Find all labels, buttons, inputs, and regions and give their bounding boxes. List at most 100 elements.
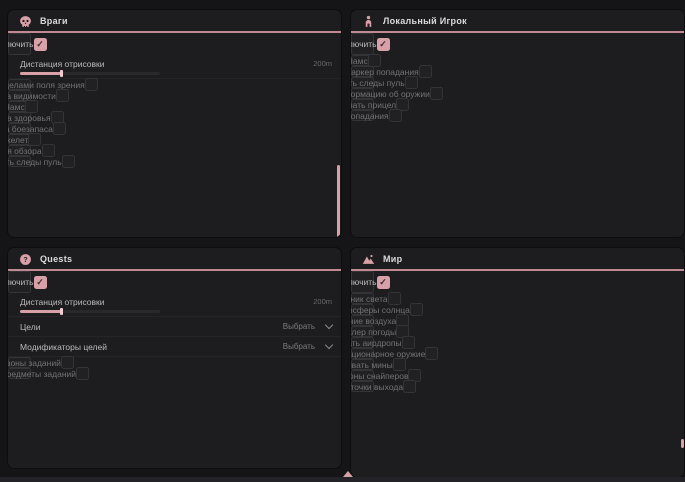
- setting-row: Показывать мины✓: [351, 359, 374, 370]
- setting-row: Изменение воздуха✓: [351, 315, 374, 326]
- setting-row: Показывать прицел✓: [351, 99, 374, 110]
- settings-list: Включить✓Дистанция отрисовки200mСтрелки …: [8, 33, 341, 167]
- checkbox[interactable]: ✓: [53, 122, 66, 135]
- panel-quests: ? Quests Включить✓Дистанция отрисовки200…: [8, 248, 341, 468]
- panel-world: Мир Включить✓Источник света✓Смена атмосф…: [351, 248, 684, 477]
- checkbox[interactable]: ✓: [61, 356, 74, 369]
- setting-label: Модификаторы целей: [20, 342, 107, 352]
- setting-label: Смена атмосферы солнца: [351, 305, 410, 315]
- checkbox[interactable]: ✓: [377, 38, 390, 51]
- setting-label: Линия обзора: [8, 146, 42, 156]
- slider-track[interactable]: [20, 310, 160, 313]
- setting-row: Включить✓: [8, 33, 31, 55]
- checkbox[interactable]: ✓: [85, 78, 98, 91]
- slider-value: 200m: [313, 297, 332, 306]
- settings-list: Включить✓Дистанция отрисовки200mЦелиВыбр…: [8, 271, 341, 379]
- settings-list: Включить✓Источник света✓Смена атмосферы …: [351, 271, 684, 392]
- checkbox[interactable]: ✓: [389, 109, 402, 122]
- checkbox[interactable]: ✓: [62, 155, 75, 168]
- svg-text:?: ?: [23, 256, 27, 263]
- setting-label: Источник света: [351, 294, 388, 304]
- slider-label-row: Дистанция отрисовки 200m: [20, 59, 332, 69]
- person-icon: [362, 15, 375, 28]
- setting-row: Чамс✓: [8, 101, 31, 112]
- dropdown[interactable]: Выбрать: [283, 322, 332, 331]
- checkbox[interactable]: ✓: [402, 336, 415, 349]
- setting-label: Показывать маркер попадания: [351, 67, 419, 77]
- panel-title: Враги: [40, 16, 68, 26]
- setting-row: Полоска здоровья✓: [8, 112, 31, 123]
- setting-row: Показывать аирдропы✓: [351, 337, 374, 348]
- panel-local-player: Локальный Игрок Включить✓Чамс✓Показывать…: [351, 10, 684, 237]
- setting-row: Включить✓: [8, 271, 31, 293]
- setting-label: Показывать следы пуль: [8, 157, 62, 167]
- checkbox[interactable]: ✓: [410, 303, 423, 316]
- panel-title: Локальный Игрок: [383, 16, 467, 26]
- setting-label: Скелет: [8, 135, 28, 145]
- setting-label: Цели: [20, 322, 40, 332]
- scrollbar[interactable]: [337, 165, 340, 237]
- checkbox[interactable]: ✓: [368, 54, 381, 67]
- checkbox[interactable]: ✓: [25, 100, 38, 113]
- slider-track[interactable]: [20, 72, 160, 75]
- setting-row: Включить✓: [351, 271, 374, 293]
- setting-label: Чамс: [8, 102, 25, 112]
- setting-row: Цели Выбрать: [8, 317, 341, 337]
- setting-label: Показывать информацию об оружии: [351, 89, 430, 99]
- setting-row: Включить✓: [351, 33, 374, 55]
- setting-row: Линия обзора✓: [8, 145, 31, 156]
- chevron-down-icon: [325, 321, 333, 329]
- setting-label: Показывать мины: [351, 360, 393, 370]
- setting-row: Показать зоны заданий✓: [8, 357, 31, 368]
- slider-value: 200m: [313, 59, 332, 68]
- setting-label: Показать точки выхода: [351, 382, 403, 392]
- checkbox[interactable]: ✓: [425, 347, 438, 360]
- slider-label-row: Дистанция отрисовки200m: [20, 297, 332, 307]
- setting-label: Показать зоны заданий: [8, 358, 61, 368]
- setting-label: Показывать предметы заданий: [8, 369, 76, 379]
- checkbox[interactable]: ✓: [76, 367, 89, 380]
- setting-label: Дистанция отрисовки: [20, 59, 105, 69]
- setting-label: Показывать прицел: [351, 100, 396, 110]
- skull-icon: [19, 15, 32, 28]
- setting-label: Включить: [351, 277, 377, 287]
- checkbox[interactable]: ✓: [377, 276, 390, 289]
- checkbox[interactable]: ✓: [34, 38, 47, 51]
- setting-label: Показать зоны снайперов: [351, 371, 408, 381]
- checkbox[interactable]: ✓: [405, 76, 418, 89]
- checkbox[interactable]: ✓: [430, 87, 443, 100]
- setting-row: Показать точки выхода✓: [351, 381, 374, 392]
- slider-handle[interactable]: [60, 308, 63, 315]
- setting-row: Показывать следы пуль✓: [351, 77, 374, 88]
- panel-title: Quests: [40, 254, 72, 264]
- quest-icon: ?: [19, 253, 32, 266]
- checkbox[interactable]: ✓: [403, 380, 416, 393]
- setting-label: Включить: [8, 277, 34, 287]
- setting-label: Показывать следы пуль: [351, 78, 405, 88]
- check-icon: ✓: [36, 278, 44, 287]
- slider-handle[interactable]: [60, 70, 63, 77]
- setting-row: Звук попадания✓: [351, 110, 374, 121]
- dropdown[interactable]: Выбрать: [283, 342, 332, 351]
- checkbox[interactable]: ✓: [42, 144, 55, 157]
- setting-label: Полоска боезапаса: [8, 124, 53, 134]
- checkbox[interactable]: ✓: [28, 133, 41, 146]
- setting-row: Полоска боезапаса✓: [8, 123, 31, 134]
- setting-row: Дистанция отрисовки200m: [8, 293, 341, 317]
- checkbox[interactable]: ✓: [393, 358, 406, 371]
- slider-fill: [20, 72, 62, 75]
- setting-label: Включить: [351, 39, 377, 49]
- settings-list: Включить✓Чамс✓Показывать маркер попадани…: [351, 33, 684, 121]
- checkbox[interactable]: ✓: [56, 89, 69, 102]
- setting-label: Включить: [8, 39, 34, 49]
- setting-row: Смена атмосферы солнца✓: [351, 304, 374, 315]
- checkbox[interactable]: ✓: [388, 292, 401, 305]
- checkbox[interactable]: ✓: [34, 276, 47, 289]
- checkbox[interactable]: ✓: [419, 65, 432, 78]
- setting-label: Изменение воздуха: [351, 316, 396, 326]
- setting-label: Звук попадания: [351, 111, 389, 121]
- scrollbar[interactable]: [681, 439, 684, 448]
- setting-label: Проверка видимости: [8, 91, 56, 101]
- setting-row: Чамс✓: [351, 55, 374, 66]
- bottom-edge-divider: [0, 477, 685, 482]
